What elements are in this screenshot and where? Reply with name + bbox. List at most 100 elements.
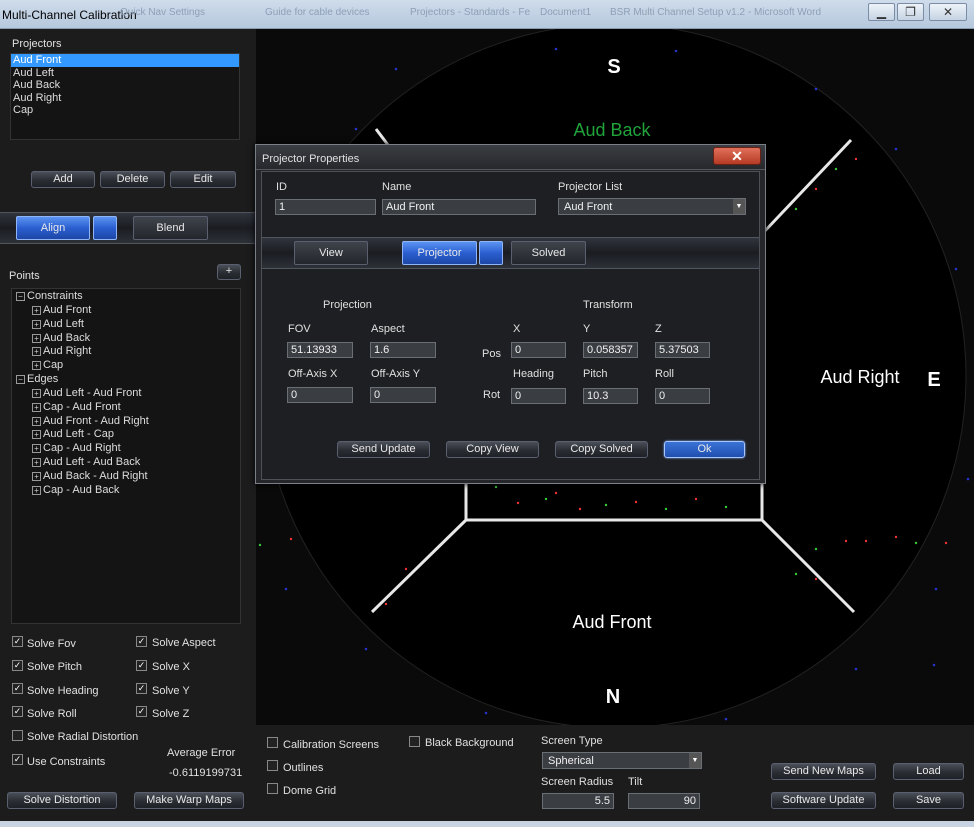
tree-node-constraint[interactable]: + Aud Back	[32, 332, 90, 345]
tab-view[interactable]: View	[294, 241, 368, 265]
dome-grid-checkbox[interactable]	[267, 783, 278, 794]
add-point-button[interactable]: +	[217, 264, 241, 280]
solve-fov-label: Solve Fov	[27, 638, 76, 650]
collapse-icon[interactable]: −	[16, 291, 25, 301]
points-tree[interactable]: − Constraints + Aud Front + Aud Left + Aud B…	[11, 288, 241, 624]
tab-projector[interactable]: Projector	[402, 241, 477, 265]
copy-view-button[interactable]: Copy View	[446, 441, 539, 458]
tree-node-constraint[interactable]: + Aud Right	[32, 345, 91, 358]
solve-pitch-checkbox[interactable]: ✓	[12, 660, 23, 671]
tree-node-edge[interactable]: + Aud Left - Aud Front	[32, 387, 141, 400]
tree-node-label: Aud Back	[43, 332, 91, 344]
pos-z-input[interactable]: 5.37503	[655, 342, 710, 358]
aspect-input[interactable]: 1.6	[370, 342, 436, 358]
compass-north-label: N	[606, 686, 620, 708]
solve-distortion-button[interactable]: Solve Distortion	[7, 792, 117, 809]
tree-node-label: Aud Right	[43, 345, 92, 357]
off-axis-x-input[interactable]: 0	[287, 387, 353, 403]
tree-node-edge[interactable]: + Aud Left - Cap	[32, 428, 114, 441]
fov-input[interactable]: 51.13933	[287, 342, 353, 358]
load-button[interactable]: Load	[893, 763, 964, 780]
tree-node-edge[interactable]: + Cap - Aud Front	[32, 401, 121, 414]
expand-icon[interactable]: +	[32, 457, 41, 467]
solve-aspect-checkbox[interactable]: ✓	[136, 636, 147, 647]
expand-icon[interactable]: +	[32, 485, 41, 495]
expand-icon[interactable]: +	[32, 333, 41, 343]
ok-button[interactable]: Ok	[664, 441, 745, 458]
edit-projector-button[interactable]: Edit	[170, 171, 236, 188]
outlines-checkbox[interactable]	[267, 760, 278, 771]
solve-roll-checkbox[interactable]: ✓	[12, 706, 23, 717]
pos-y-input[interactable]: 0.058357	[583, 342, 638, 358]
solve-radial-distortion-checkbox[interactable]	[12, 730, 23, 741]
tilt-input[interactable]: 90	[628, 793, 700, 809]
tab-blend[interactable]: Blend	[133, 216, 208, 240]
tree-node-edge[interactable]: + Aud Left - Aud Back	[32, 456, 140, 469]
pos-label: Pos	[482, 348, 501, 360]
id-input[interactable]: 1	[275, 199, 376, 215]
expand-icon[interactable]: +	[32, 471, 41, 481]
solve-heading-checkbox[interactable]: ✓	[12, 683, 23, 694]
rot-heading-input[interactable]: 0	[511, 388, 566, 404]
solve-x-checkbox[interactable]: ✓	[136, 660, 147, 671]
name-input[interactable]: Aud Front	[382, 199, 536, 215]
solve-fov-checkbox[interactable]: ✓	[12, 636, 23, 647]
collapse-icon[interactable]: −	[16, 374, 25, 384]
delete-projector-button[interactable]: Delete	[100, 171, 165, 188]
tree-node-edges[interactable]: − Edges	[16, 373, 58, 386]
tree-node-label: Cap - Aud Front	[43, 401, 121, 413]
projector-list-item[interactable]: Cap	[11, 104, 239, 117]
expand-icon[interactable]: +	[32, 388, 41, 398]
screen-type-dropdown[interactable]: Spherical ▼	[542, 752, 702, 769]
calibration-screens-checkbox[interactable]	[267, 737, 278, 748]
expand-icon[interactable]: +	[32, 416, 41, 426]
send-new-maps-button[interactable]: Send New Maps	[771, 763, 876, 780]
tab-solved[interactable]: Solved	[511, 241, 586, 265]
tree-node-constraint[interactable]: + Aud Front	[32, 304, 91, 317]
rot-pitch-input[interactable]: 10.3	[583, 388, 638, 404]
tree-node-constraint[interactable]: + Cap	[32, 359, 63, 372]
maximize-button[interactable]: ❐	[897, 3, 924, 21]
chevron-down-icon[interactable]: ▼	[733, 199, 745, 214]
projector-list-item[interactable]: Aud Back	[11, 79, 239, 92]
black-background-checkbox[interactable]	[409, 736, 420, 747]
expand-icon[interactable]: +	[32, 429, 41, 439]
projector-list-item[interactable]: Aud Right	[11, 92, 239, 105]
dialog-title-bar[interactable]: Projector Properties ✕	[256, 145, 765, 170]
tree-node-edge[interactable]: + Cap - Aud Back	[32, 484, 119, 497]
tree-node-constraint[interactable]: + Aud Left	[32, 318, 84, 331]
tab-align[interactable]: Align	[16, 216, 90, 240]
add-projector-button[interactable]: Add	[31, 171, 95, 188]
expand-icon[interactable]: +	[32, 402, 41, 412]
copy-solved-button[interactable]: Copy Solved	[555, 441, 648, 458]
save-button[interactable]: Save	[893, 792, 964, 809]
solve-y-checkbox[interactable]: ✓	[136, 683, 147, 694]
window-close-button[interactable]: ✕	[929, 3, 967, 21]
tree-node-constraints[interactable]: − Constraints	[16, 290, 83, 303]
projector-list-item[interactable]: Aud Front	[11, 54, 239, 67]
pos-x-input[interactable]: 0	[511, 342, 566, 358]
expand-icon[interactable]: +	[32, 443, 41, 453]
projector-list-item[interactable]: Aud Left	[11, 67, 239, 80]
close-icon[interactable]: ✕	[713, 147, 761, 165]
chevron-down-icon[interactable]: ▼	[689, 753, 701, 768]
tree-node-edge[interactable]: + Cap - Aud Right	[32, 442, 121, 455]
minimize-button[interactable]: ▁	[868, 3, 895, 21]
expand-icon[interactable]: +	[32, 319, 41, 329]
expand-icon[interactable]: +	[32, 360, 41, 370]
make-warp-maps-button[interactable]: Make Warp Maps	[134, 792, 244, 809]
use-constraints-checkbox[interactable]: ✓	[12, 754, 23, 765]
projectors-list[interactable]: Aud Front Aud Left Aud Back Aud Right Ca…	[10, 53, 240, 140]
software-update-button[interactable]: Software Update	[771, 792, 876, 809]
send-update-button[interactable]: Send Update	[337, 441, 430, 458]
off-axis-y-input[interactable]: 0	[370, 387, 436, 403]
solve-z-checkbox[interactable]: ✓	[136, 706, 147, 717]
screen-radius-input[interactable]: 5.5	[542, 793, 614, 809]
background-window-title: Quick Nav Settings	[120, 7, 206, 18]
tree-node-edge[interactable]: + Aud Front - Aud Right	[32, 415, 149, 428]
rot-roll-input[interactable]: 0	[655, 388, 710, 404]
tree-node-edge[interactable]: + Aud Back - Aud Right	[32, 470, 148, 483]
expand-icon[interactable]: +	[32, 305, 41, 315]
projector-list-dropdown[interactable]: Aud Front ▼	[558, 198, 746, 215]
expand-icon[interactable]: +	[32, 346, 41, 356]
